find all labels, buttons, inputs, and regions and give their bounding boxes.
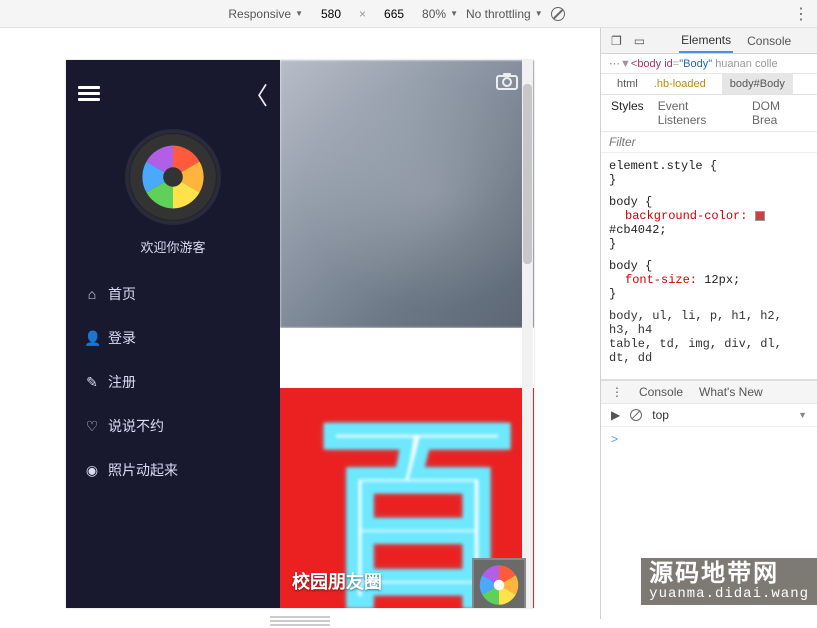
camera-icon[interactable]	[496, 72, 518, 93]
breadcrumb-body[interactable]: body#Body	[722, 74, 793, 94]
hero-banner	[280, 60, 534, 328]
watermark: 源码地带网 yuanma.didai.wang	[641, 558, 817, 605]
photo-icon: ◉	[84, 462, 100, 479]
filter-input[interactable]	[609, 135, 809, 149]
devtools-pane: ❐ ▭ Elements Console ⋯▼<body <body id="B…	[600, 28, 817, 619]
inspect-icon[interactable]: ❐	[611, 34, 622, 48]
app-sidebar: 〈	[66, 60, 280, 608]
watermark-en: yuanma.didai.wang	[649, 587, 809, 601]
drawer-tab-whatsnew[interactable]: What's New	[699, 385, 763, 399]
play-icon[interactable]: ▶	[611, 408, 620, 422]
welcome-text: 欢迎你游客	[66, 237, 280, 256]
devtools-tabbar: ❐ ▭ Elements Console	[601, 28, 817, 54]
clear-console-icon[interactable]	[630, 409, 642, 421]
circle-slash-icon[interactable]	[551, 7, 565, 21]
rule-close: }	[609, 237, 809, 251]
tab-elements[interactable]: Elements	[679, 29, 733, 53]
hamburger-icon[interactable]	[78, 83, 100, 104]
zoom-dropdown[interactable]: 80%	[422, 7, 458, 21]
dom-preview-line[interactable]: ⋯▼<body <body id="Body" huanan colleid="…	[601, 54, 817, 74]
console-controls: ▶ top▼	[601, 404, 817, 427]
breadcrumb-html: html.hb-loaded	[601, 74, 722, 94]
console-drawer-more-icon[interactable]: ⋮	[611, 385, 623, 399]
sidebar-item-home[interactable]: ⌂ 首页	[84, 272, 262, 316]
breadcrumb[interactable]: html.hb-loaded body#Body	[601, 74, 817, 95]
subtab-dom[interactable]: DOM Brea	[752, 99, 807, 127]
color-wheel-icon	[138, 142, 208, 212]
styles-subtabs: Styles Event Listeners DOM Brea	[601, 95, 817, 132]
device-toggle-icon[interactable]: ▭	[634, 34, 645, 48]
responsive-label: Responsive	[228, 7, 291, 21]
sidebar-item-register[interactable]: ✎ 注册	[84, 360, 262, 404]
throttling-label: No throttling	[466, 7, 531, 21]
subtab-styles[interactable]: Styles	[611, 99, 644, 127]
tab-console[interactable]: Console	[745, 30, 793, 52]
rule-selector-list: body, ul, li, p, h1, h2, h3, h4	[609, 309, 809, 337]
styles-rules[interactable]: element.style { } body { background-colo…	[601, 153, 817, 380]
rule-selector: body {	[609, 259, 809, 273]
device-preview-pane: 〈	[0, 28, 600, 619]
more-icon[interactable]: ⋮	[793, 4, 809, 24]
sidebar-logo	[125, 129, 221, 225]
throttling-dropdown[interactable]: No throttling	[466, 7, 543, 21]
heart-icon: ♡	[84, 418, 100, 435]
register-icon: ✎	[84, 374, 100, 391]
drawer-tab-console[interactable]: Console	[639, 385, 683, 399]
css-prop: font-size:	[609, 273, 697, 287]
rule-selector-list: table, td, img, div, dl, dt, dd	[609, 337, 809, 365]
width-input[interactable]	[311, 7, 351, 21]
home-icon: ⌂	[84, 286, 100, 302]
hero-avatar[interactable]	[472, 558, 526, 608]
sidebar-item-label: 照片动起来	[108, 460, 178, 480]
app-content: 校园朋友圈	[280, 60, 534, 608]
device-frame: 〈	[66, 60, 534, 608]
zoom-label: 80%	[422, 7, 446, 21]
subtab-events[interactable]: Event Listeners	[658, 99, 738, 127]
rule-selector: element.style {	[609, 159, 809, 173]
context-label: top	[652, 408, 669, 422]
scrollbar[interactable]	[522, 60, 533, 608]
styles-filter	[601, 132, 817, 153]
rule-close: }	[609, 173, 809, 187]
responsive-dropdown[interactable]: Responsive	[228, 7, 303, 21]
resize-handle[interactable]	[270, 614, 330, 628]
sidebar-item-label: 登录	[108, 328, 136, 348]
dimension-x: ×	[359, 7, 366, 21]
color-swatch[interactable]	[755, 211, 765, 221]
color-wheel-icon	[477, 563, 521, 607]
user-icon: 👤	[84, 330, 100, 347]
hero-title: 校园朋友圈	[292, 568, 382, 594]
scrollbar-thumb[interactable]	[523, 84, 532, 264]
css-value: 12px;	[704, 273, 740, 287]
back-chevron-icon[interactable]: 〈	[244, 76, 268, 111]
rule-selector: body {	[609, 195, 809, 209]
css-prop: background-color:	[609, 209, 747, 223]
console-prompt: >	[611, 433, 618, 447]
sidebar-item-label: 注册	[108, 372, 136, 392]
sidebar-item-photos[interactable]: ◉ 照片动起来	[84, 448, 262, 492]
height-input[interactable]	[374, 7, 414, 21]
css-value: #cb4042;	[609, 223, 667, 237]
rule-close: }	[609, 287, 809, 301]
context-dropdown[interactable]: top▼	[652, 408, 807, 422]
sidebar-item-label: 说说不约	[108, 416, 164, 436]
sidebar-item-login[interactable]: 👤 登录	[84, 316, 262, 360]
watermark-zh: 源码地带网	[649, 562, 809, 587]
sidebar-item-label: 首页	[108, 284, 136, 304]
sidebar-item-posts[interactable]: ♡ 说说不约	[84, 404, 262, 448]
console-drawer-tabs: ⋮ Console What's New	[601, 380, 817, 404]
responsive-toolbar: Responsive × 80% No throttling ⋮	[0, 0, 817, 28]
